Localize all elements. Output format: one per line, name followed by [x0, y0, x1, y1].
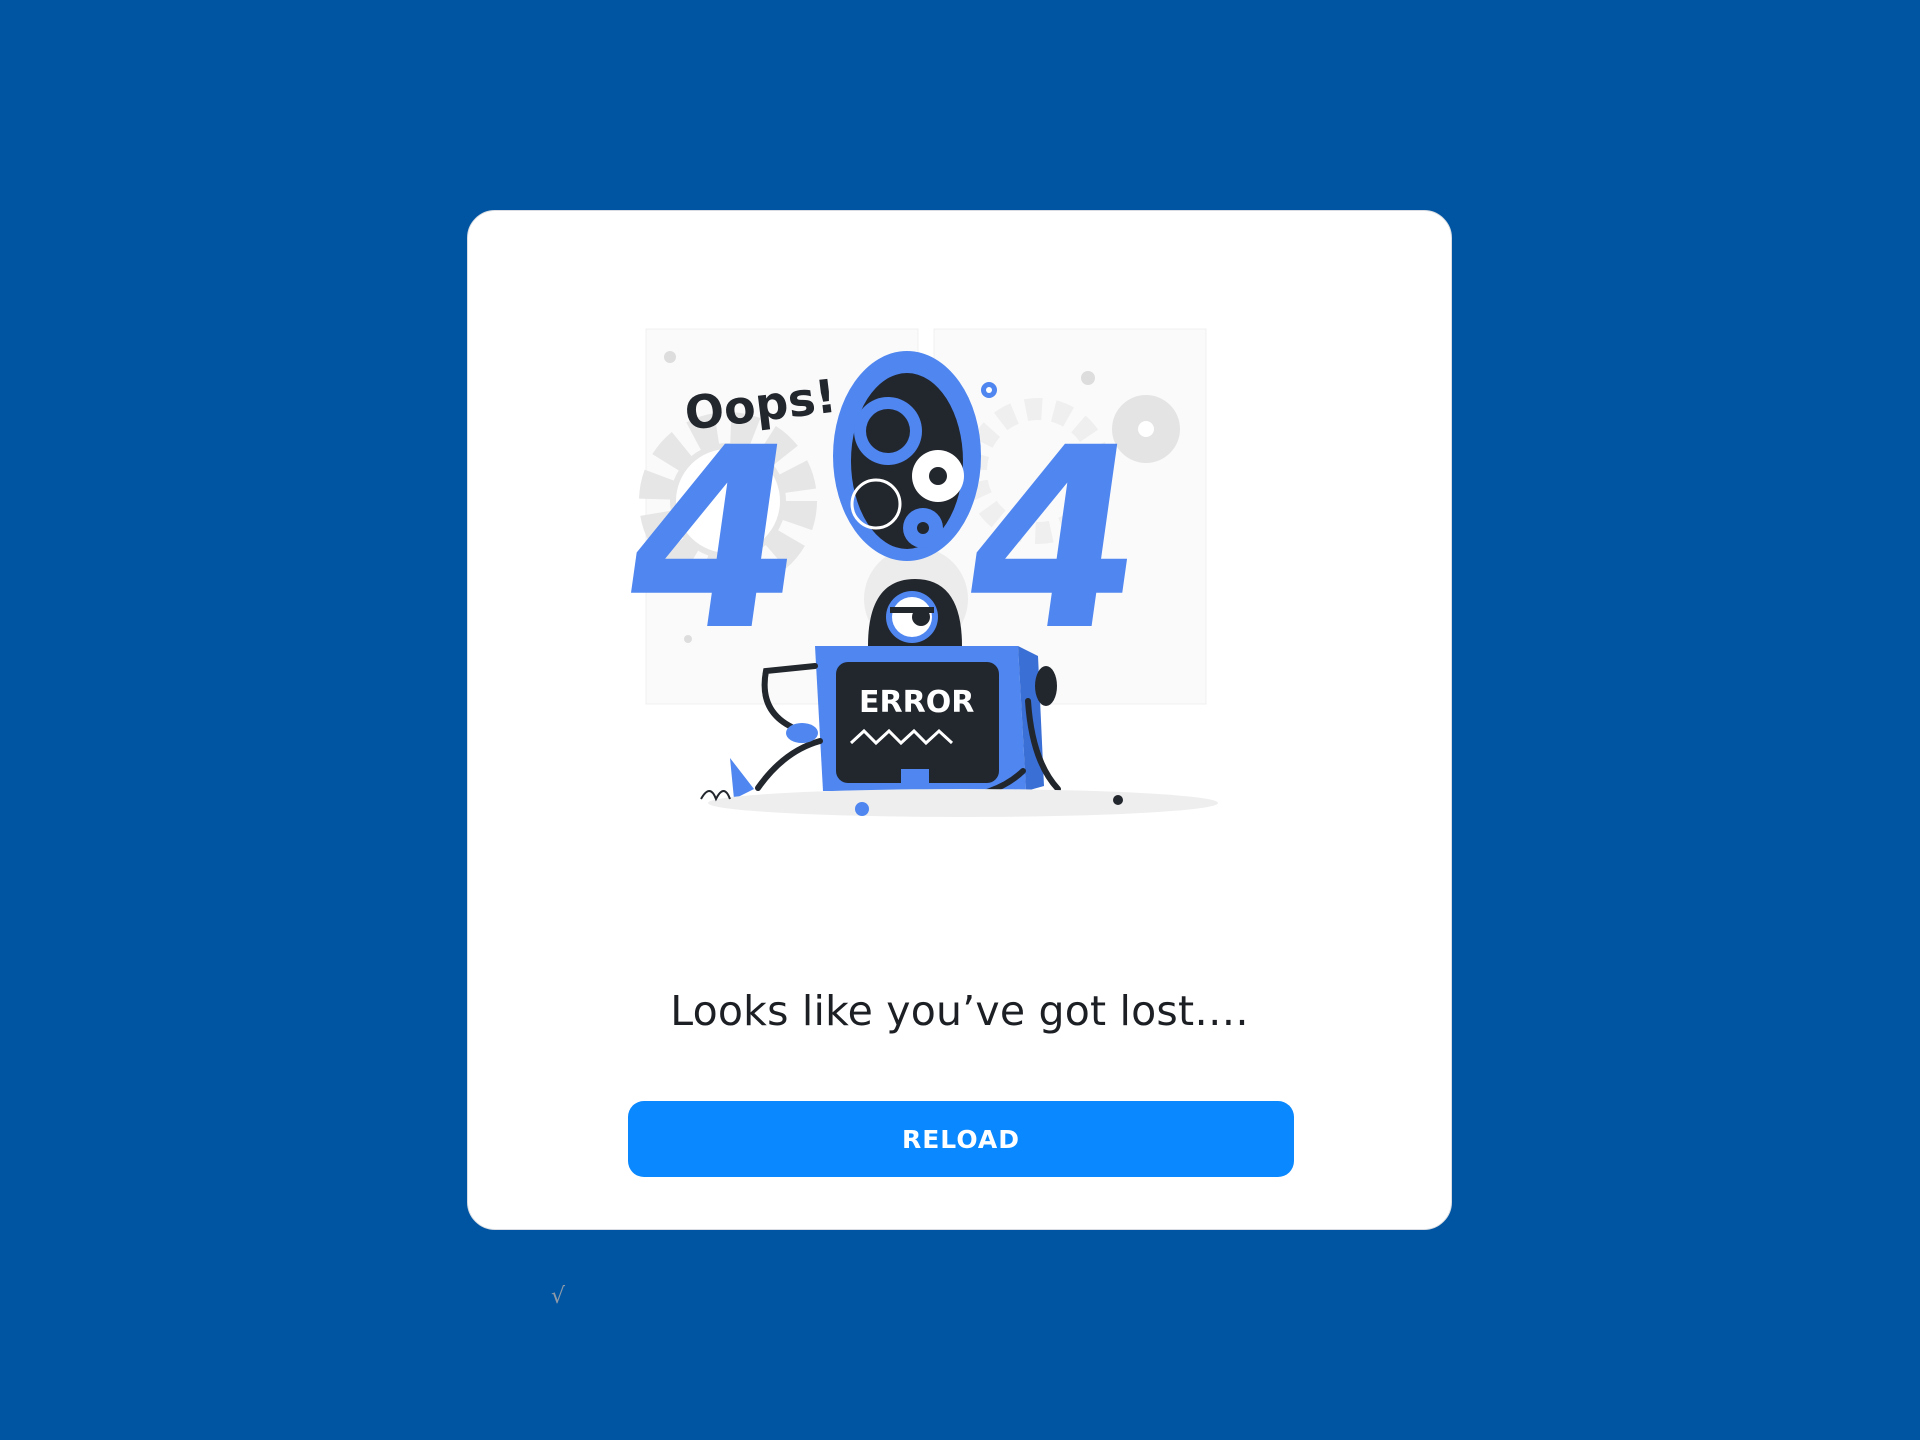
error-screen-label: ERROR — [859, 685, 974, 720]
bolt-icon — [855, 802, 869, 816]
404-robot-illustration: Oops! 4 4 ERROR — [618, 328, 1218, 817]
bolt-icon — [664, 351, 676, 363]
robot-body: ERROR — [815, 646, 1044, 811]
reload-button[interactable]: RELOAD — [628, 1101, 1294, 1177]
bolt-icon — [1081, 371, 1095, 385]
bolt-icon — [1113, 795, 1123, 805]
lost-message: Looks like you’ve got lost…. — [670, 987, 1249, 1035]
scribble-icon — [700, 790, 731, 802]
error-card: Oops! 4 4 ERROR Looks like you’ve got lo… — [467, 210, 1452, 1230]
floor-shadow — [708, 789, 1218, 817]
check-mark-icon: √ — [551, 1284, 566, 1309]
zero-head-with-gears — [833, 351, 981, 561]
